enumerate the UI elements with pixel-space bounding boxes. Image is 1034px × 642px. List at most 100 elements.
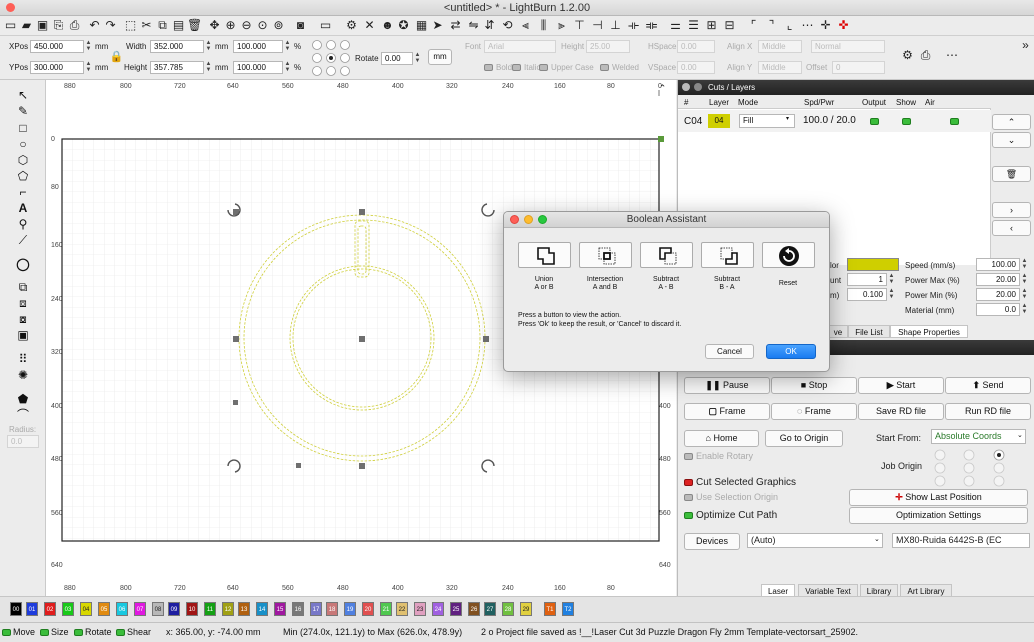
width-scale-input[interactable]: 100.000 [233,40,283,53]
palette-swatch[interactable]: T1 [544,602,556,616]
save-icon[interactable]: ▣ [35,18,50,33]
rotate-icon[interactable]: ⟲ [500,18,515,33]
palette-swatch[interactable]: 25 [450,602,462,616]
palette-swatch[interactable]: 03 [62,602,74,616]
dots-icon[interactable]: ⋯ [800,18,815,33]
dock-close-icon[interactable] [682,83,690,91]
power-min-stepper[interactable]: ▲ ▼ [1021,288,1028,301]
dialog-close-button[interactable] [510,215,519,224]
start-from-select[interactable]: Absolute Coords [931,429,1026,444]
italic-toggle[interactable] [512,64,521,71]
send-icon[interactable]: ➤ [430,18,445,33]
import-icon[interactable]: ⎘ [51,18,66,33]
xpos-stepper[interactable]: ▲ ▼ [85,40,92,53]
open-folder-icon[interactable]: ▰ [19,18,34,33]
move-toggle[interactable]: Move [2,623,35,641]
layer-color-swatch[interactable] [847,258,899,271]
ok-button[interactable]: OK [766,344,816,359]
ypos-stepper[interactable]: ▲ ▼ [85,61,92,74]
palette-swatch[interactable]: 11 [204,602,216,616]
stop-button[interactable]: ■ Stop [771,377,857,394]
use-selection-origin-toggle[interactable] [684,494,693,501]
cut-selected-toggle[interactable] [684,479,693,486]
undo-icon[interactable]: ↶ [87,18,102,33]
subtract-b-a-button[interactable] [701,242,754,268]
monitor-icon[interactable]: ▭ [318,18,333,33]
width-input[interactable]: 352.000 [150,40,204,53]
palette-swatch[interactable]: 10 [186,602,198,616]
cut-icon[interactable]: ✂ [139,18,154,33]
laser-target-icon[interactable]: ✜ [836,18,851,33]
settings-gear-icon[interactable]: ⚙ [344,18,359,33]
palette-swatch[interactable]: 22 [396,602,408,616]
palette-swatch[interactable]: 29 [520,602,532,616]
go-to-origin-button[interactable]: Go to Origin [765,430,843,447]
tab-shape-properties[interactable]: Shape Properties [890,325,968,338]
select-all-icon[interactable]: ⬚ [123,18,138,33]
layer-down-button[interactable]: ⌄ [992,132,1031,148]
layer-next-button[interactable]: › [992,202,1031,218]
toolbar-overflow-icon[interactable]: » [1018,38,1033,53]
grid-array-icon[interactable]: ⠿ [16,352,30,366]
device-select[interactable]: MX80-Ruida 6442S-B (EC [892,533,1030,548]
new-file-icon[interactable]: ▭ [3,18,18,33]
port-select[interactable]: (Auto) [747,533,883,548]
radius-input[interactable]: 0.0 [7,435,39,448]
text-icon[interactable]: A [16,201,30,215]
rotate-stepper[interactable]: ▲ ▼ [414,52,421,65]
palette-swatch[interactable]: 13 [238,602,250,616]
distribute-h-icon[interactable]: ⟛ [626,18,641,33]
layer-up-button[interactable]: ⌃ [992,114,1031,130]
palette-swatch[interactable]: 18 [326,602,338,616]
palette-swatch[interactable]: 09 [168,602,180,616]
print-icon[interactable]: ⎙ [918,48,933,63]
measure-icon[interactable]: ⟋ [16,233,30,247]
offset-shapes-icon[interactable]: ◯ [16,257,30,271]
cancel-button[interactable]: Cancel [705,344,754,359]
fillet-icon[interactable]: ⌒ [16,408,30,422]
welded-toggle[interactable] [600,64,609,71]
tab-file-list[interactable]: File List [848,325,890,338]
crosshair-icon[interactable]: ✛ [818,18,833,33]
position-laser-icon[interactable]: ⚲ [16,217,30,231]
weld-icon[interactable]: ▣ [16,328,30,342]
flip-v-icon[interactable]: ⇵ [482,18,497,33]
export-icon[interactable]: ⎙ [67,18,82,33]
palette-swatch[interactable]: 15 [274,602,286,616]
palette-swatch[interactable]: 00 [10,602,22,616]
lock-icon[interactable]: 🔒 [109,50,124,65]
zoom-in-icon[interactable]: ⊕ [223,18,238,33]
palette-swatch[interactable]: 20 [362,602,374,616]
upper-case-toggle[interactable] [539,64,548,71]
units-toggle-button[interactable]: mm [428,49,452,65]
material-stepper[interactable]: ▲ ▼ [1021,303,1028,316]
dialog-minimize-button[interactable] [524,215,533,224]
group-h-icon[interactable]: ⚌ [668,18,683,33]
show-toggle[interactable] [902,118,911,125]
select-arrow-icon[interactable]: ↖ [16,88,30,102]
job-origin-selector[interactable] [932,448,1006,488]
height-scale-input[interactable]: 100.000 [233,61,283,74]
anchor-point-grid[interactable] [310,39,352,77]
line-icon[interactable]: ⬠ [16,169,30,183]
air-toggle[interactable] [950,118,959,125]
polygon-icon[interactable]: ⬡ [16,153,30,167]
palette-swatch[interactable]: 14 [256,602,268,616]
interval-stepper[interactable]: ▲ ▼ [888,288,895,301]
devices-button[interactable]: Devices [684,533,740,550]
close-window-button[interactable] [6,3,15,12]
home-button[interactable]: ⌂ Home [684,430,759,447]
material-input[interactable]: 0.0 [976,303,1020,316]
font-style-select[interactable]: Normal [811,40,885,53]
layer-prev-button[interactable]: ‹ [992,220,1031,236]
paste-icon[interactable]: ▤ [171,18,186,33]
save-rd-button[interactable]: Save RD file [858,403,944,420]
offset-input[interactable]: 0 [832,61,885,74]
camera-icon[interactable]: ◙ [293,18,308,33]
palette-swatch[interactable]: 12 [222,602,234,616]
dialog-zoom-button[interactable] [538,215,547,224]
speed-stepper[interactable]: ▲ ▼ [1021,258,1028,271]
interval-input[interactable]: 0.100 [847,288,887,301]
subtract-a-b-button[interactable] [640,242,693,268]
reset-button[interactable] [762,242,815,268]
